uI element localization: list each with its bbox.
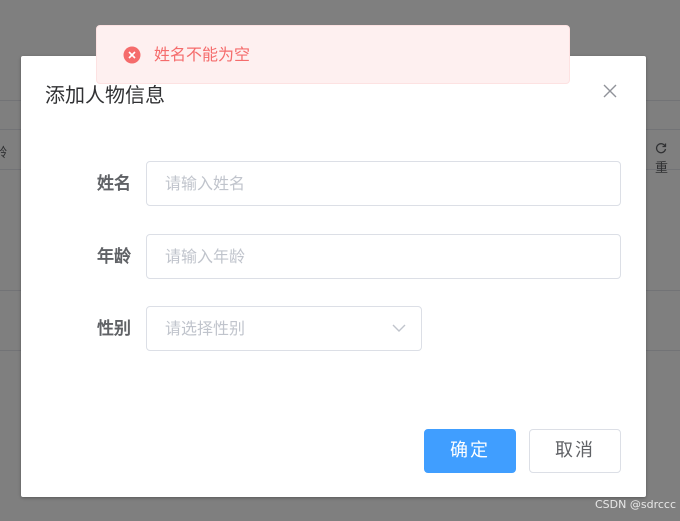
close-icon [603,84,617,98]
gender-select[interactable]: 请选择性别 [146,306,422,351]
watermark: CSDN @sdrccc [595,498,676,511]
dialog-close-button[interactable] [601,82,619,100]
age-input[interactable] [146,234,621,279]
gender-label: 性别 [97,319,131,339]
form-item-age: 年龄 [21,234,646,280]
cancel-button[interactable]: 取消 [529,429,621,473]
confirm-button[interactable]: 确定 [424,429,516,473]
name-label: 姓名 [97,174,131,194]
age-label: 年龄 [97,247,131,267]
form-item-gender: 性别 请选择性别 [21,306,646,352]
error-message: 姓名不能为空 [96,25,570,84]
name-input[interactable] [146,161,621,206]
chevron-down-icon [392,324,406,332]
form-item-name: 姓名 [21,161,646,207]
add-person-dialog: 添加人物信息 姓名 年龄 性别 请选择性别 确定 取消 [21,56,646,497]
gender-select-placeholder: 请选择性别 [165,319,246,338]
error-circle-icon [123,46,141,64]
error-message-text: 姓名不能为空 [154,45,251,64]
dialog-title: 添加人物信息 [45,83,165,107]
